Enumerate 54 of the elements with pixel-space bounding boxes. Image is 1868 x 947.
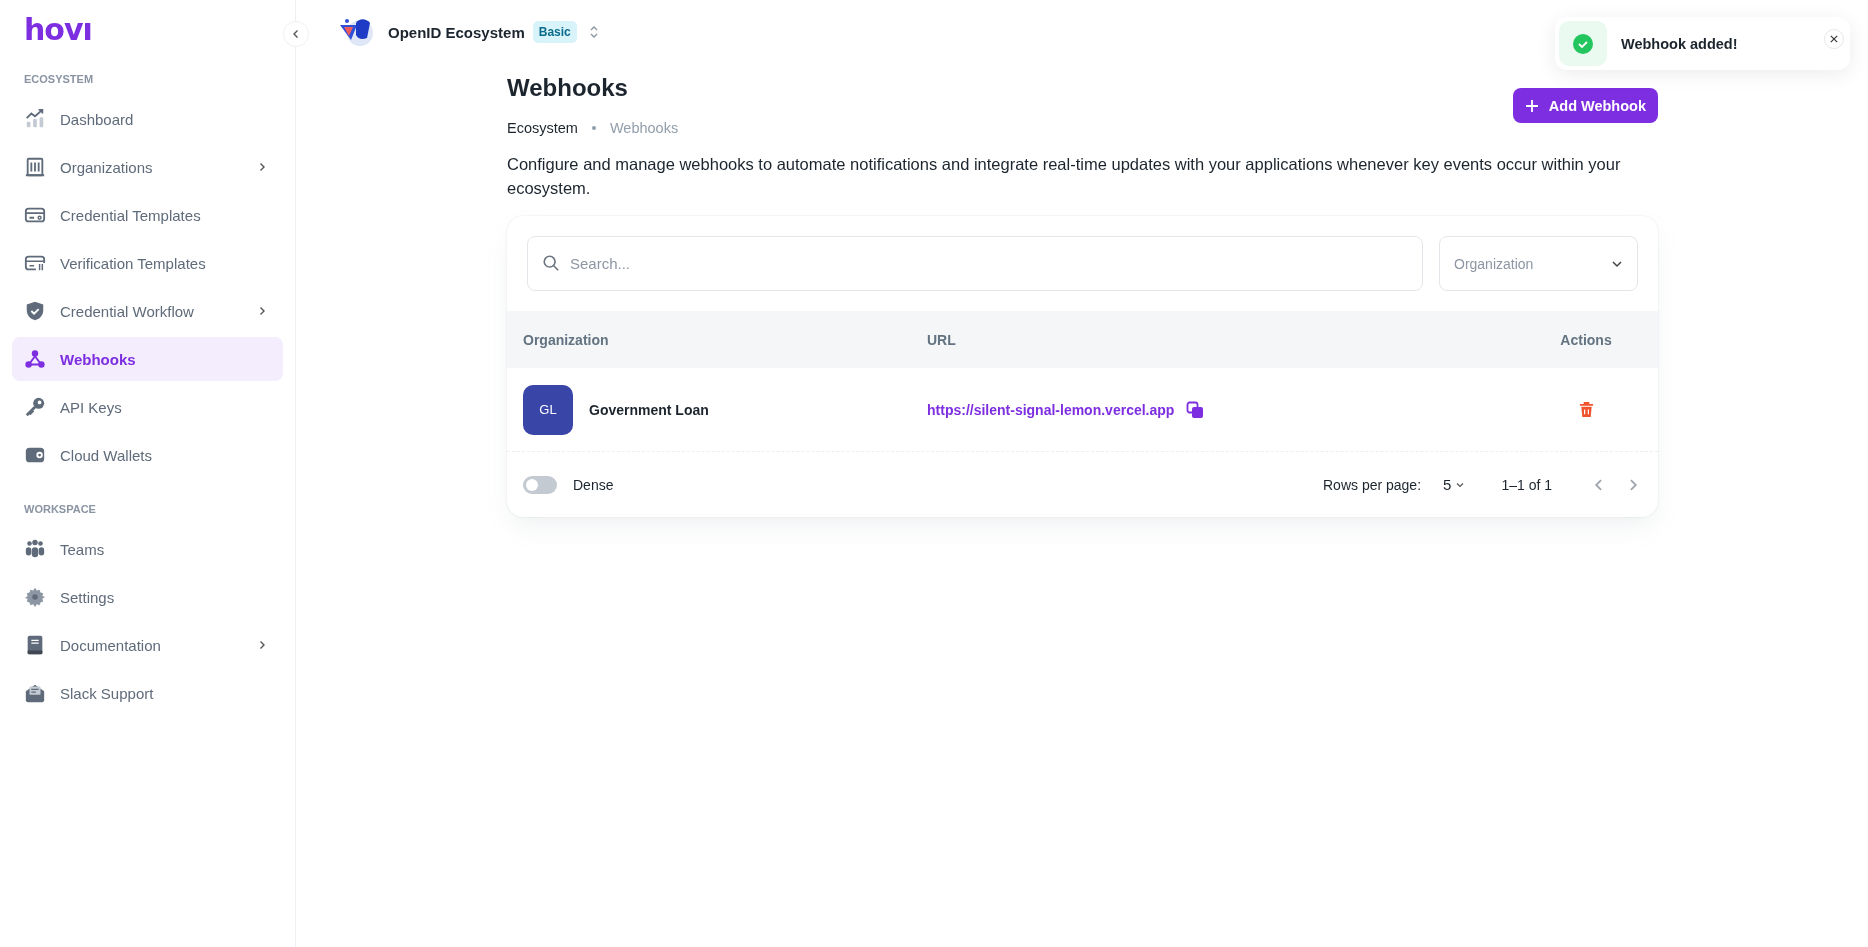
sidebar-item[interactable]: Organizations	[12, 145, 283, 189]
delete-icon[interactable]	[1578, 401, 1594, 418]
collapse-button[interactable]	[283, 21, 309, 47]
sidebar-item[interactable]: Credential Templates	[12, 193, 283, 237]
organization-select[interactable]: Organization	[1439, 236, 1638, 291]
ecosystem-name: OpenID Ecosystem	[388, 23, 525, 41]
page-title: Webhooks	[507, 74, 628, 102]
page-description: Configure and manage webhooks to automate notifications and integrate real-time updates with your applications whenever key events occur within your ecosystem.	[507, 154, 1622, 199]
sidebar-item[interactable]: Documentation	[12, 623, 283, 667]
switch-ecosystem-icon[interactable]	[588, 24, 599, 40]
page-range: 1–1 of 1	[1501, 476, 1552, 493]
chart-icon	[24, 108, 46, 130]
success-icon	[1573, 33, 1593, 54]
organization-avatar: GL	[523, 384, 573, 435]
copy-icon[interactable]	[1186, 400, 1205, 419]
rows-per-page-select[interactable]: 5	[1443, 476, 1466, 493]
sidebar-item[interactable]: Verification Templates	[12, 241, 283, 285]
sidebar-item[interactable]: Dashboard	[12, 97, 283, 141]
section-title: ECOSYSTEM	[24, 73, 94, 85]
plus-icon	[1524, 98, 1539, 113]
sidebar-item[interactable]: Webhooks	[12, 337, 283, 381]
shield-icon	[24, 300, 46, 322]
sidebar-item[interactable]: Cloud Wallets	[12, 433, 283, 477]
chevron-left-icon	[291, 29, 301, 39]
rows-per-page-label: Rows per page:	[1323, 476, 1422, 493]
breadcrumb-separator	[591, 126, 596, 130]
logo: hovı	[24, 12, 92, 47]
sidebar-item[interactable]: API Keys	[12, 385, 283, 429]
close-icon	[1830, 35, 1838, 43]
organization-name: Government Loan	[589, 401, 709, 418]
search-field[interactable]: Search...	[527, 236, 1423, 291]
sidebar-item[interactable]: Credential Workflow	[12, 289, 283, 333]
building-icon	[24, 156, 46, 178]
team-icon	[24, 538, 46, 560]
webhook-url-link[interactable]: https://silent-signal-lemon.vercel.app	[927, 401, 1175, 418]
breadcrumb-item: Webhooks	[609, 120, 679, 136]
column-header: Organization	[522, 331, 610, 348]
sidebar-item[interactable]: Slack Support	[12, 671, 283, 715]
add-webhook-button[interactable]: Add Webhook	[1512, 88, 1658, 123]
dense-label: Dense	[573, 476, 614, 493]
sidebar-item[interactable]: Teams	[12, 527, 283, 571]
close-button[interactable]	[1824, 29, 1844, 49]
sidebar-item[interactable]: Settings	[12, 575, 283, 619]
dense-toggle[interactable]	[523, 475, 557, 494]
toast-message: Webhook added!	[1621, 35, 1738, 52]
gear-icon	[24, 586, 46, 608]
breadcrumb-item[interactable]: Ecosystem	[507, 120, 578, 136]
section-title: WORKSPACE	[24, 503, 96, 515]
search-icon	[542, 254, 560, 272]
plan-badge: Basic	[532, 21, 577, 43]
column-header: URL	[927, 331, 957, 348]
column-header: Actions	[1559, 331, 1613, 348]
mail-icon	[24, 682, 46, 704]
key-icon	[24, 396, 46, 418]
